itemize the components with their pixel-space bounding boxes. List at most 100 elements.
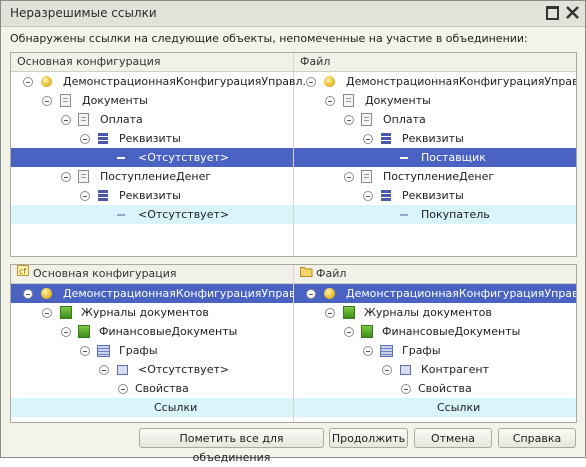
tree-row[interactable]: Реквизиты (294, 129, 576, 148)
tree-row-label: Реквизиты (119, 189, 181, 202)
tree-row[interactable]: Документы (294, 91, 576, 110)
collapse-icon[interactable] (306, 289, 316, 299)
ref-tree-main-config[interactable]: cf Основная конфигурация Демонстрационная… (11, 265, 313, 422)
attribute-icon (117, 157, 125, 159)
collapse-icon[interactable] (344, 327, 354, 337)
tree-row[interactable]: Оплата (294, 110, 576, 129)
tree-row[interactable]: Контрагент (294, 360, 576, 379)
collapse-icon[interactable] (363, 191, 373, 201)
collapse-icon[interactable] (80, 346, 90, 356)
tree-row[interactable]: ФинансовыеДокументы (294, 322, 576, 341)
mark-all-button[interactable]: Пометить все для объединения (139, 428, 324, 464)
tree-row[interactable]: Свойства (294, 379, 576, 398)
collapse-icon[interactable] (42, 308, 52, 318)
tree-row-label: <Отсутствует> (138, 363, 230, 376)
collapse-icon[interactable] (363, 346, 373, 356)
collapse-icon[interactable] (80, 191, 90, 201)
tree-row-label: ДемонстрационнаяКонфигурацияУправл... (63, 287, 314, 300)
tree-row[interactable]: Реквизиты (11, 186, 293, 205)
tree-row-label: Контрагент (421, 363, 490, 376)
tree-row[interactable]: ДемонстрационнаяКонфигурацияУправл... (11, 72, 313, 91)
tree-row[interactable]: ПоступлениеДенег (294, 167, 576, 186)
collapse-icon[interactable] (344, 115, 354, 125)
column-header: Файл (294, 265, 576, 284)
tree-row-label: Документы (365, 94, 431, 107)
window-title: Неразрешимые ссылки (10, 6, 157, 20)
collapse-icon[interactable] (61, 172, 71, 182)
collapse-icon[interactable] (382, 365, 392, 375)
tree-row-label: ФинансовыеДокументы (382, 325, 521, 338)
attributes-icon (381, 133, 391, 144)
collapse-icon[interactable] (23, 77, 33, 87)
tree-row-selected[interactable]: ДемонстрационнаяКонфигурацияУправля... (294, 284, 576, 303)
tree-row-label: Покупатель (421, 208, 490, 221)
config-icon (41, 76, 52, 87)
tree-row[interactable]: Графы (294, 341, 576, 360)
tree-row-label: Поставщик (421, 151, 486, 164)
document-icon (361, 113, 372, 126)
tree-row[interactable]: ПоступлениеДенег (11, 167, 293, 186)
documents-icon (60, 94, 71, 107)
tree-row-label: Реквизиты (402, 189, 464, 202)
svg-text:cf: cf (19, 267, 26, 276)
collapse-icon[interactable] (61, 115, 71, 125)
collapse-icon[interactable] (23, 289, 33, 299)
tree-main-config[interactable]: Основная конфигурация ДемонстрационнаяКо… (11, 53, 313, 256)
tree-row[interactable]: Журналы документов (294, 303, 576, 322)
attribute-icon (400, 214, 408, 216)
column-header: cf Основная конфигурация (11, 265, 293, 284)
collapse-icon[interactable] (344, 172, 354, 182)
tree-row[interactable]: Реквизиты (11, 129, 293, 148)
tree-row-highlighted[interactable]: <Отсутствует> (11, 205, 293, 224)
config-icon (324, 288, 335, 299)
collapse-icon[interactable] (325, 96, 335, 106)
ref-tree-file[interactable]: Файл ДемонстрационнаяКонфигурацияУправля… (294, 265, 576, 422)
tree-row[interactable]: ФинансовыеДокументы (11, 322, 293, 341)
collapse-icon[interactable] (401, 384, 411, 394)
tree-row-highlighted[interactable]: Покупатель (294, 205, 576, 224)
collapse-icon[interactable] (42, 96, 52, 106)
collapse-icon[interactable] (61, 327, 71, 337)
reference-tree-pane[interactable]: cf Основная конфигурация Демонстрационная… (10, 264, 577, 423)
collapse-icon[interactable] (118, 384, 128, 394)
collapse-icon[interactable] (99, 365, 109, 375)
tree-row-selected[interactable]: Поставщик (294, 148, 576, 167)
tree-row[interactable]: Свойства (11, 379, 293, 398)
tree-row-selected[interactable]: <Отсутствует> (11, 148, 293, 167)
column-icon (117, 365, 128, 375)
tree-file[interactable]: Файл ДемонстрационнаяКонфигурацияУправля… (294, 53, 576, 256)
tree-row-label: Реквизиты (119, 132, 181, 145)
tree-row-selected[interactable]: ДемонстрационнаяКонфигурацияУправл... (11, 284, 313, 303)
tree-row-highlighted[interactable]: Ссылки (11, 398, 293, 417)
tree-row[interactable]: Графы (11, 341, 293, 360)
cancel-button[interactable]: Отмена (414, 428, 492, 448)
tree-row-label: Оплата (383, 113, 426, 126)
journals-icon (60, 306, 72, 319)
journal-icon (78, 325, 90, 338)
tree-row-label: Оплата (100, 113, 143, 126)
tree-row-label: <Отсутствует> (138, 208, 230, 221)
tree-row[interactable]: Реквизиты (294, 186, 576, 205)
document-icon (78, 170, 89, 183)
tree-row[interactable]: Журналы документов (11, 303, 293, 322)
tree-row-label: Журналы документов (364, 306, 492, 319)
tree-row-highlighted[interactable]: Ссылки (294, 398, 576, 417)
tree-row-label: Свойства (418, 382, 472, 395)
help-button[interactable]: Справка (498, 428, 576, 448)
columns-icon (97, 345, 110, 357)
tree-row[interactable]: ДемонстрационнаяКонфигурацияУправля... (294, 72, 576, 91)
continue-button[interactable]: Продолжить (329, 428, 408, 448)
tree-row-label: ДемонстрационнаяКонфигурацияУправл... (63, 75, 314, 88)
collapse-icon[interactable] (80, 134, 90, 144)
collapse-icon[interactable] (325, 308, 335, 318)
tree-row[interactable]: Документы (11, 91, 293, 110)
tree-row-label: Ссылки (154, 401, 198, 414)
maximize-icon[interactable] (546, 6, 559, 20)
close-icon[interactable] (566, 6, 579, 19)
config-icon (41, 288, 52, 299)
tree-row[interactable]: Оплата (11, 110, 293, 129)
metadata-tree-pane[interactable]: Основная конфигурация ДемонстрационнаяКо… (10, 52, 577, 257)
collapse-icon[interactable] (306, 77, 316, 87)
collapse-icon[interactable] (363, 134, 373, 144)
tree-row[interactable]: <Отсутствует> (11, 360, 293, 379)
